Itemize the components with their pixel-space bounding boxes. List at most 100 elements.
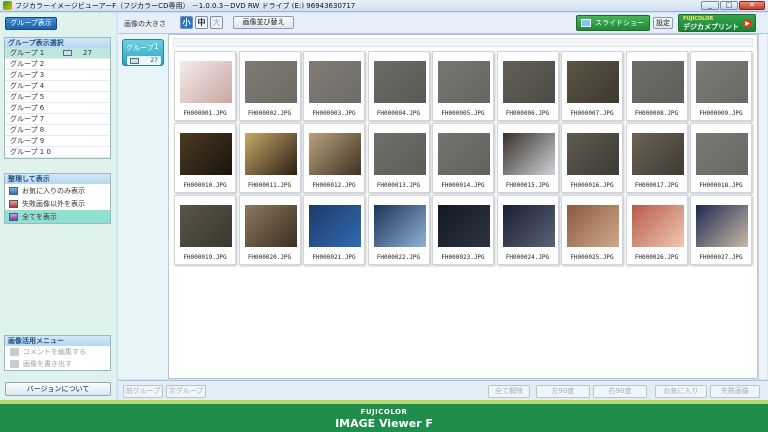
thumbnail-card[interactable]: FH000026.JPG — [625, 195, 688, 265]
thumbnail-card[interactable]: FH000027.JPG — [690, 195, 752, 265]
next-group-button[interactable]: 次グループ — [166, 385, 206, 398]
favorite-button[interactable]: お気に入り — [655, 385, 707, 398]
sort-images-button[interactable]: 画像並び替え — [233, 16, 294, 29]
group-item-count: 27 — [63, 49, 92, 57]
clear-all-button[interactable]: 全て解除 — [488, 385, 530, 398]
group-item-count-value: 27 — [83, 49, 92, 57]
footer-stripe — [0, 400, 768, 404]
thumbnail-image — [309, 133, 361, 175]
group-view-button[interactable]: グループ表示 — [5, 17, 57, 30]
footer-brand: FUJICOLOR — [360, 408, 408, 416]
thumbnail-image — [502, 205, 555, 247]
thumbnail-card[interactable]: FH000002.JPG — [238, 51, 301, 121]
thumbnail-card[interactable]: FH000007.JPG — [561, 51, 623, 121]
title-bar: フジカラーイメージビューアーF（フジカラーCD専用） －1.0.0.3－DVD … — [0, 0, 768, 12]
size-medium-button[interactable]: 中 — [195, 16, 208, 29]
digital-print-button[interactable]: FUJICOLOR デジカメプリント ▶ — [678, 14, 756, 32]
thumbnail-card[interactable]: FH000010.JPG — [174, 123, 236, 193]
size-small-button[interactable]: 小 — [180, 16, 193, 29]
thumbnail-card[interactable]: FH000015.JPG — [496, 123, 559, 193]
photo-icon — [130, 57, 139, 64]
thumbnail-card[interactable]: FH000020.JPG — [238, 195, 301, 265]
failed-filter-icon — [9, 199, 18, 208]
group-item-3[interactable]: グループ 3 — [5, 70, 110, 81]
minimize-button[interactable]: _ — [701, 1, 719, 10]
thumbnail-card[interactable]: FH000008.JPG — [625, 51, 688, 121]
monitor-icon — [581, 19, 591, 27]
group-item-5[interactable]: グループ 5 — [5, 92, 110, 103]
group-item-4[interactable]: グループ 4 — [5, 81, 110, 92]
thumbnail-card[interactable]: FH000016.JPG — [561, 123, 623, 193]
show-favorites-item[interactable]: お気に入りのみ表示 — [5, 184, 110, 197]
thumbnail-filename: FH000025.JPG — [570, 254, 614, 261]
show-non-failed-item[interactable]: 失敗画像以外を表示 — [5, 197, 110, 210]
thumbnail-card[interactable]: FH000025.JPG — [561, 195, 623, 265]
thumbnail-card[interactable]: FH000012.JPG — [303, 123, 365, 193]
thumbnail-image — [180, 133, 232, 175]
settings-button[interactable]: 設定 — [653, 17, 673, 29]
thumbnail-card[interactable]: FH000005.JPG — [432, 51, 494, 121]
close-button[interactable]: ✕ — [739, 1, 765, 10]
group-item-8[interactable]: グループ 8 — [5, 125, 110, 136]
thumbnail-image — [631, 133, 684, 175]
thumbnail-image — [696, 205, 748, 247]
footer-banner: FUJICOLOR IMAGE Viewer F — [0, 400, 768, 432]
thumbnail-filename: FH000023.JPG — [441, 254, 485, 261]
thumbnail-card[interactable]: FH000011.JPG — [238, 123, 301, 193]
pencil-icon — [10, 348, 19, 356]
app-icon — [3, 1, 12, 10]
group-item-label: グループ 8 — [10, 126, 45, 134]
thumbnail-filename: FH000011.JPG — [247, 182, 292, 189]
failed-image-button[interactable]: 失敗画像 — [710, 385, 760, 398]
group-item-7[interactable]: グループ 7 — [5, 114, 110, 125]
edit-comment-item[interactable]: コメントを編集する — [5, 346, 110, 358]
show-non-failed-label: 失敗画像以外を表示 — [22, 199, 85, 208]
grid-header-strip — [173, 38, 753, 47]
thumbnail-filename: FH000015.JPG — [505, 182, 550, 189]
thumbnail-filename: FH000003.JPG — [312, 110, 356, 117]
group-item-label: グループ 4 — [10, 82, 45, 90]
thumbnail-card[interactable]: FH000019.JPG — [174, 195, 236, 265]
size-large-button[interactable]: 大 — [210, 16, 223, 29]
thumbnail-card[interactable]: FH000003.JPG — [303, 51, 365, 121]
arrow-right-icon: ▶ — [743, 19, 752, 28]
thumbnail-image — [180, 205, 232, 247]
group-item-label: グループ 1 0 — [10, 148, 51, 156]
thumbnail-card[interactable]: FH000022.JPG — [367, 195, 430, 265]
thumbnail-filename: FH000013.JPG — [376, 182, 421, 189]
version-button[interactable]: バージョンについて — [5, 382, 111, 396]
thumbnail-card[interactable]: FH000009.JPG — [690, 51, 752, 121]
rotate-left-button[interactable]: 左90度 — [536, 385, 590, 398]
group-item-9[interactable]: グループ 9 — [5, 136, 110, 147]
thumbnail-card[interactable]: FH000013.JPG — [367, 123, 430, 193]
thumbnail-filename: FH000024.JPG — [505, 254, 550, 261]
group-item-1[interactable]: グループ 1 27 — [5, 48, 110, 59]
group-item-2[interactable]: グループ 2 — [5, 59, 110, 70]
slideshow-button[interactable]: スライドショー — [576, 15, 650, 31]
group-item-label: グループ 5 — [10, 93, 45, 101]
thumbnail-card[interactable]: FH000001.JPG — [174, 51, 236, 121]
thumbnail-card[interactable]: FH000018.JPG — [690, 123, 752, 193]
prev-group-button[interactable]: 前グループ — [123, 385, 163, 398]
group-item-6[interactable]: グループ 6 — [5, 103, 110, 114]
show-all-icon — [9, 212, 18, 221]
export-image-item[interactable]: 画像を書き出す — [5, 358, 110, 370]
thumbnail-card[interactable]: FH000014.JPG — [432, 123, 494, 193]
thumbnail-filename: FH000007.JPG — [570, 110, 614, 117]
group-item-10[interactable]: グループ 1 0 — [5, 147, 110, 158]
thumbnail-filename: FH000022.JPG — [376, 254, 421, 261]
thumbnail-card[interactable]: FH000023.JPG — [432, 195, 494, 265]
group-item-label: グループ 6 — [10, 104, 45, 112]
maximize-button[interactable]: □ — [720, 1, 738, 10]
group-tab-1[interactable]: グループ 1 27 — [122, 39, 164, 66]
vertical-scrollbar[interactable] — [758, 34, 767, 379]
thumbnail-card[interactable]: FH000024.JPG — [496, 195, 559, 265]
arrange-panel: 整理して表示 お気に入りのみ表示 失敗画像以外を表示 全てを表示 — [4, 173, 111, 224]
thumbnail-card[interactable]: FH000021.JPG — [303, 195, 365, 265]
thumbnail-card[interactable]: FH000006.JPG — [496, 51, 559, 121]
thumbnail-card[interactable]: FH000004.JPG — [367, 51, 430, 121]
show-all-item[interactable]: 全てを表示 — [5, 210, 110, 223]
thumbnail-filename: FH000019.JPG — [183, 254, 227, 261]
thumbnail-card[interactable]: FH000017.JPG — [625, 123, 688, 193]
rotate-right-button[interactable]: 右90度 — [593, 385, 647, 398]
